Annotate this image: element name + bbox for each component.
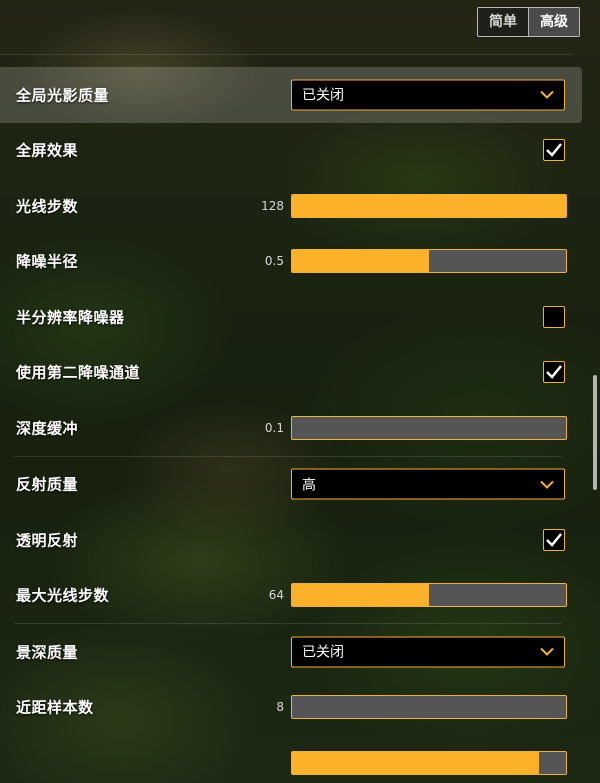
checkmark-icon: [546, 532, 562, 547]
reflection-quality-label: 反射质量: [16, 475, 79, 494]
max-ray-steps-slider[interactable]: [291, 583, 567, 608]
mode-toggle: 简单 高级: [477, 7, 580, 37]
setting-row-fullscreen-effects: 全屏效果: [0, 123, 582, 179]
max-ray-steps-label: 最大光线步数: [16, 586, 110, 605]
near-samples-value: 8: [276, 700, 284, 715]
setting-row-denoise-radius: 降噪半径 0.5: [0, 234, 582, 290]
setting-row-half-res-denoiser: 半分辨率降噪器: [0, 289, 582, 345]
fullscreen-effects-checkbox[interactable]: [543, 139, 565, 162]
transparent-reflections-label: 透明反射: [16, 531, 79, 550]
chevron-down-icon: [540, 91, 554, 100]
dof-quality-selected: 已关闭: [302, 644, 344, 661]
depth-buffer-slider[interactable]: [291, 415, 567, 440]
header-divider: [0, 54, 572, 55]
scrollbar-thumb[interactable]: [593, 375, 597, 490]
near-min-radius-slider-fill: [292, 751, 539, 774]
setting-row-reflection-quality: 反射质量 高: [0, 457, 582, 513]
fullscreen-effects-label: 全屏效果: [16, 141, 79, 160]
checkmark-icon: [546, 365, 562, 380]
reflection-quality-dropdown[interactable]: 高: [291, 468, 565, 500]
gi-quality-dropdown[interactable]: 已关闭: [291, 79, 565, 111]
setting-row-near-samples: 近距样本数 8: [0, 680, 582, 736]
checkmark-icon: [546, 143, 562, 158]
max-ray-steps-slider-fill: [292, 584, 429, 607]
depth-buffer-value: 0.1: [264, 420, 284, 435]
ray-steps-slider-fill: [292, 194, 566, 217]
denoise-radius-value: 0.5: [264, 254, 284, 269]
ray-steps-value: 128: [261, 198, 284, 213]
setting-row-second-denoise-pass: 使用第二降噪通道: [0, 345, 582, 401]
ray-steps-label: 光线步数: [16, 197, 79, 216]
second-denoise-pass-label: 使用第二降噪通道: [16, 363, 141, 382]
gi-quality-selected: 已关闭: [302, 87, 344, 104]
transparent-reflections-checkbox[interactable]: [543, 528, 565, 551]
setting-row-near-min-radius: [0, 735, 582, 783]
second-denoise-pass-checkbox[interactable]: [543, 361, 565, 384]
dof-quality-label: 景深质量: [16, 643, 79, 662]
setting-row-depth-buffer: 深度缓冲 0.1: [0, 400, 582, 456]
gi-quality-label: 全局光影质量: [16, 86, 110, 105]
setting-row-transparent-reflections: 透明反射: [0, 512, 582, 568]
chevron-down-icon: [540, 480, 554, 489]
tab-simple[interactable]: 简单: [478, 8, 528, 36]
denoise-radius-slider[interactable]: [291, 249, 567, 274]
tab-advanced[interactable]: 高级: [528, 8, 579, 36]
near-samples-slider[interactable]: [291, 695, 567, 720]
setting-row-ray-steps: 光线步数 128: [0, 178, 582, 234]
half-res-denoiser-checkbox[interactable]: [543, 305, 565, 328]
setting-row-max-ray-steps: 最大光线步数 64: [0, 568, 582, 624]
near-min-radius-slider[interactable]: [291, 750, 567, 775]
half-res-denoiser-label: 半分辨率降噪器: [16, 308, 125, 327]
reflection-quality-selected: 高: [302, 477, 316, 494]
chevron-down-icon: [540, 648, 554, 657]
near-samples-label: 近距样本数: [16, 698, 94, 717]
depth-buffer-label: 深度缓冲: [16, 419, 79, 438]
denoise-radius-slider-fill: [292, 250, 429, 273]
settings-list: 全局光影质量 已关闭 全屏效果 光线步数 128 降噪半径 0.5 半分辨率降噪…: [0, 67, 582, 783]
max-ray-steps-value: 64: [268, 588, 284, 603]
setting-row-dof-quality: 景深质量 已关闭: [0, 624, 582, 680]
dof-quality-dropdown[interactable]: 已关闭: [291, 636, 565, 668]
ray-steps-slider[interactable]: [291, 193, 567, 218]
denoise-radius-label: 降噪半径: [16, 252, 79, 271]
setting-row-gi-quality: 全局光影质量 已关闭: [0, 67, 582, 123]
